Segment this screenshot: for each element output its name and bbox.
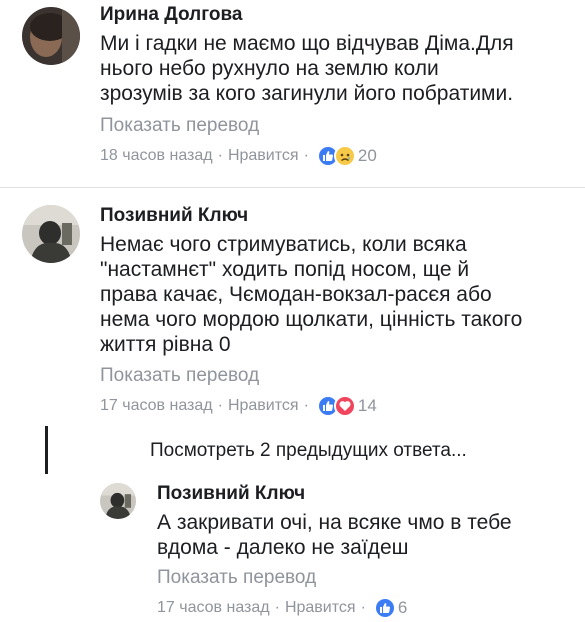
like-link[interactable]: Нравится bbox=[285, 599, 356, 617]
like-icon bbox=[373, 597, 396, 619]
comment-text: Немає чого стримуватись, коли всяка "нас… bbox=[100, 232, 522, 357]
separator: · bbox=[303, 397, 309, 414]
comment-line: права качає, Чємодан-вокзал-расєя або bbox=[100, 283, 492, 306]
comment-line: нього небо рухнуло на землю коли bbox=[100, 57, 439, 80]
comment-author[interactable]: Позивний Ключ bbox=[100, 205, 248, 227]
comment-line: Немає чого стримуватись, коли всяка bbox=[100, 233, 467, 256]
separator: · bbox=[360, 599, 366, 616]
timestamp[interactable]: 17 часов назад bbox=[100, 397, 213, 415]
love-icon bbox=[333, 395, 356, 417]
comment-line: вдома - далеко не заїдеш bbox=[157, 536, 409, 559]
avatar[interactable] bbox=[100, 483, 136, 519]
reactions[interactable]: 20 bbox=[316, 145, 377, 167]
separator: · bbox=[303, 147, 309, 164]
like-link[interactable]: Нравится bbox=[228, 397, 299, 415]
show-translation-link[interactable]: Показать перевод bbox=[157, 567, 316, 589]
comment-author[interactable]: Ирина Долгова bbox=[100, 4, 243, 26]
divider bbox=[0, 187, 585, 188]
comment-line: Ми і гадки не маємо що відчував Діма.Для bbox=[100, 32, 514, 55]
reactions[interactable]: 6 bbox=[373, 597, 408, 619]
timestamp[interactable]: 17 часов назад bbox=[157, 599, 270, 617]
comment-line: А закривати очі, на всяке чмо в тебе bbox=[157, 511, 512, 534]
sad-icon bbox=[333, 145, 356, 167]
separator: · bbox=[217, 147, 223, 164]
separator: · bbox=[274, 599, 280, 616]
comment-author[interactable]: Позивний Ключ bbox=[157, 483, 305, 505]
show-translation-link[interactable]: Показать перевод bbox=[100, 365, 259, 387]
comment-meta: 17 часов назад · Нравится · 6 bbox=[157, 597, 407, 619]
comment-meta: 18 часов назад · Нравится · 20 bbox=[100, 145, 377, 167]
avatar[interactable] bbox=[22, 205, 80, 263]
reaction-count: 20 bbox=[357, 146, 377, 165]
comment-line: зрозумів за кого загинули його побратими… bbox=[100, 82, 514, 105]
comment-meta: 17 часов назад · Нравится · 14 bbox=[100, 395, 377, 417]
comment-text: А закривати очі, на всяке чмо в тебе вдо… bbox=[157, 510, 512, 560]
reactions[interactable]: 14 bbox=[316, 395, 377, 417]
comment-line: життя рівна 0 bbox=[100, 333, 231, 356]
comment-line: "настамнєт" ходить попід носом, ще й bbox=[100, 258, 470, 281]
avatar[interactable] bbox=[22, 7, 80, 65]
like-link[interactable]: Нравится bbox=[228, 147, 299, 165]
view-previous-replies-link[interactable]: Посмотреть 2 предыдущих ответа... bbox=[150, 440, 467, 462]
timestamp[interactable]: 18 часов назад bbox=[100, 147, 213, 165]
separator: · bbox=[217, 397, 223, 414]
comment-line: нема чого мордою щолкати, цінність таког… bbox=[100, 308, 523, 331]
reply-thread-line bbox=[45, 426, 48, 474]
comment-text: Ми і гадки не маємо що відчував Діма.Для… bbox=[100, 31, 514, 106]
reaction-count: 14 bbox=[357, 396, 377, 415]
show-translation-link[interactable]: Показать перевод bbox=[100, 115, 259, 137]
reaction-count: 6 bbox=[397, 598, 408, 617]
